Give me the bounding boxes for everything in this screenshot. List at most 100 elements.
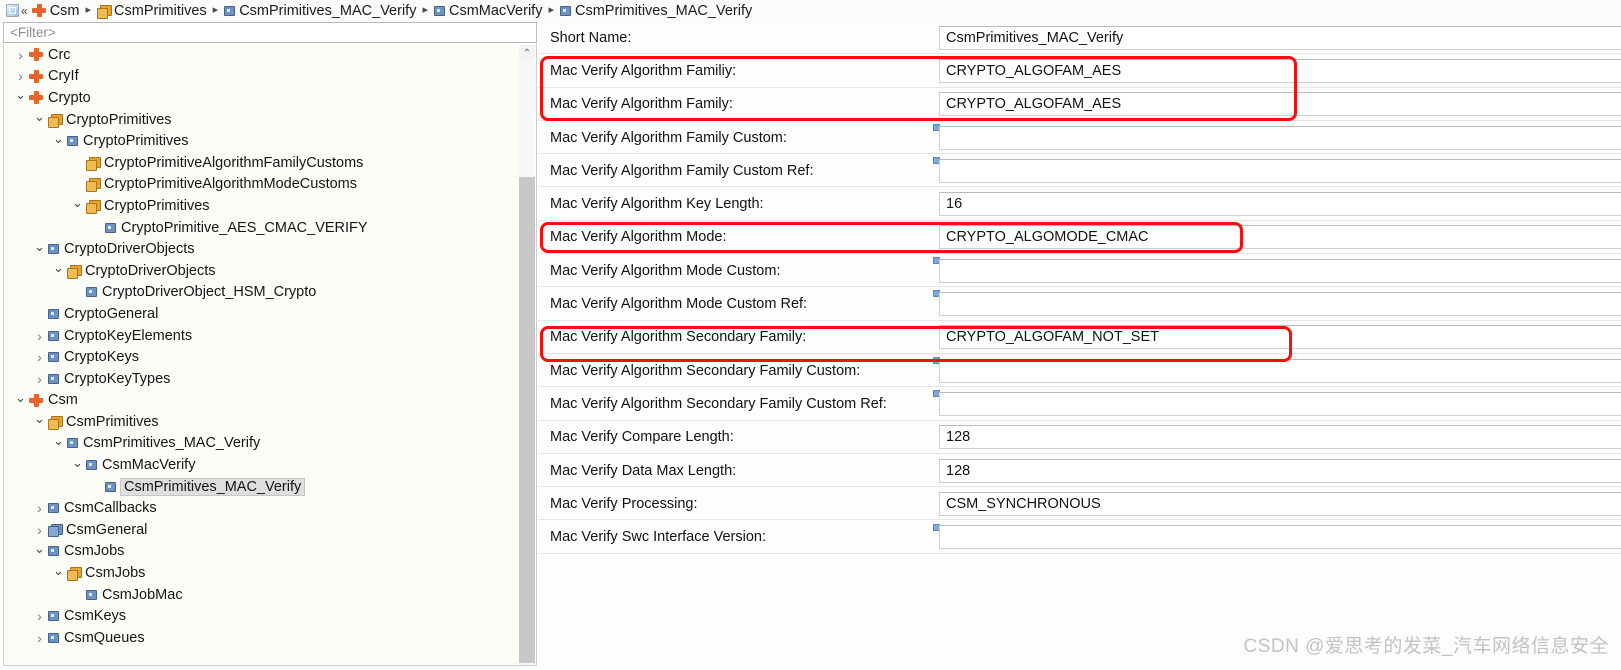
- tree-item-csmjobs[interactable]: CsmJobs: [4, 541, 536, 563]
- chevron-down-icon[interactable]: [71, 459, 84, 472]
- tree-item-csmcallbacks[interactable]: CsmCallbacks: [4, 497, 536, 519]
- chevron-right-icon[interactable]: [14, 70, 27, 83]
- breadcrumb-item-csmmacverify[interactable]: CsmMacVerify: [433, 3, 542, 19]
- form-row: Mac Verify Algorithm Secondary Family Cu…: [538, 354, 1621, 388]
- form-row: Short Name: CsmPrimitives_MAC_Verify: [538, 21, 1621, 55]
- breadcrumb-item-csmprimitives-mac-verify[interactable]: CsmPrimitives_MAC_Verify: [224, 3, 416, 19]
- form-row-value-input[interactable]: [939, 525, 1621, 550]
- form-row-value-input[interactable]: [939, 391, 1621, 416]
- form-row: Mac Verify Compare Length: 128: [538, 421, 1621, 454]
- tree-item-cryptoprimitivealgorithmfamilycustoms[interactable]: CryptoPrimitiveAlgorithmFamilyCustoms: [4, 152, 536, 174]
- chevron-right-icon[interactable]: [33, 502, 46, 515]
- form-row-value-input[interactable]: CRYPTO_ALGOFAM_AES: [939, 92, 1621, 117]
- breadcrumb[interactable]: « Csm ▸ CsmPrimitives ▸ CsmPrimitives_MA…: [0, 0, 1621, 21]
- tree-item-csmqueues[interactable]: CsmQueues: [4, 627, 536, 649]
- tree-item-csmkeys[interactable]: CsmKeys: [4, 605, 536, 627]
- filter-input[interactable]: <Filter>: [3, 22, 537, 43]
- element-double-icon: [48, 524, 63, 538]
- element-icon: [86, 287, 97, 298]
- element-icon: [224, 5, 236, 16]
- tree-item-csm[interactable]: Csm: [4, 390, 536, 412]
- chevron-down-icon[interactable]: [52, 264, 65, 277]
- form-row-label: Mac Verify Compare Length:: [550, 429, 734, 446]
- tree-item-cryptoprimitivealgorithmmodecustoms[interactable]: CryptoPrimitiveAlgorithmModeCustoms: [4, 174, 536, 196]
- chevron-right-icon[interactable]: [33, 329, 46, 342]
- tree-item-csmmacverify[interactable]: CsmMacVerify: [4, 454, 536, 476]
- tree-item-csmjobmac[interactable]: CsmJobMac: [4, 584, 536, 606]
- tree-item-label: CryptoGeneral: [64, 305, 159, 322]
- form-row-value-input[interactable]: CRYPTO_ALGOFAM_NOT_SET: [939, 325, 1621, 350]
- element-icon: [559, 5, 571, 16]
- form-row-value-input[interactable]: [939, 158, 1621, 183]
- tree-item-label: CsmJobs: [85, 565, 146, 582]
- tree-vertical-scrollbar[interactable]: ⌃: [519, 45, 535, 665]
- breadcrumb-item-csm[interactable]: Csm: [31, 3, 80, 19]
- form-row-label: Mac Verify Algorithm Mode:: [550, 229, 727, 246]
- container-icon: [97, 4, 113, 19]
- breadcrumb-item-csmprimitives[interactable]: CsmPrimitives: [97, 3, 207, 19]
- chevron-right-icon[interactable]: [33, 631, 46, 644]
- form-row-value-input[interactable]: 128: [939, 458, 1621, 483]
- tree-item-cryptogeneral[interactable]: CryptoGeneral: [4, 303, 536, 325]
- tree-item-csmprimitives-mac-verify[interactable]: CsmPrimitives_MAC_Verify: [4, 433, 536, 455]
- tree-item-csmprimitives-mac-verify[interactable]: CsmPrimitives_MAC_Verify: [4, 476, 536, 498]
- form-row: Mac Verify Data Max Length: 128: [538, 454, 1621, 488]
- tree-item-crc[interactable]: Crc: [4, 44, 536, 66]
- chevron-down-icon[interactable]: [33, 243, 46, 256]
- form-row-value-input[interactable]: CSM_SYNCHRONOUS: [939, 491, 1621, 516]
- tree-item-csmprimitives[interactable]: CsmPrimitives: [4, 411, 536, 433]
- tree-item-cryptoprimitive-aes-cmac-verify[interactable]: CryptoPrimitive_AES_CMAC_VERIFY: [4, 217, 536, 239]
- chevron-right-icon[interactable]: [33, 351, 46, 364]
- form-row: Mac Verify Processing: CSM_SYNCHRONOUS: [538, 487, 1621, 521]
- model-tree[interactable]: Crc CryIf Crypto CryptoPrimitives CryptoPrim…: [3, 44, 537, 666]
- tree-item-csmgeneral[interactable]: CsmGeneral: [4, 519, 536, 541]
- tree-item-cryptokeytypes[interactable]: CryptoKeyTypes: [4, 368, 536, 390]
- form-row-value-input[interactable]: [939, 292, 1621, 317]
- breadcrumb-label: CsmPrimitives_MAC_Verify: [574, 2, 753, 19]
- breadcrumb-item-current[interactable]: CsmPrimitives_MAC_Verify: [559, 2, 753, 19]
- chevron-right-icon[interactable]: [14, 48, 27, 61]
- form-row-value-input[interactable]: [939, 125, 1621, 150]
- scroll-up-arrow-icon[interactable]: ⌃: [519, 45, 535, 61]
- tree-item-cryptodriverobjects[interactable]: CryptoDriverObjects: [4, 260, 536, 282]
- breadcrumb-separator-icon: ▸: [422, 4, 428, 16]
- tree-item-cryptoprimitives[interactable]: CryptoPrimitives: [4, 109, 536, 131]
- module-icon: [31, 4, 46, 17]
- form-row-value-input[interactable]: CRYPTO_ALGOFAM_AES: [939, 58, 1621, 83]
- form-row-value-input[interactable]: CsmPrimitives_MAC_Verify: [939, 25, 1621, 50]
- tree-item-csmjobs[interactable]: CsmJobs: [4, 562, 536, 584]
- tree-row-list: Crc CryIf Crypto CryptoPrimitives CryptoPrim…: [4, 44, 536, 649]
- form-row-value-input[interactable]: CRYPTO_ALGOMODE_CMAC: [939, 225, 1621, 250]
- chevron-right-icon[interactable]: [33, 523, 46, 536]
- chevron-down-icon[interactable]: [33, 545, 46, 558]
- form-row-value-input[interactable]: 128: [939, 425, 1621, 450]
- module-icon: [29, 69, 43, 83]
- tree-item-cryptodriverobjects[interactable]: CryptoDriverObjects: [4, 238, 536, 260]
- tree-item-crypto[interactable]: Crypto: [4, 87, 536, 109]
- form-row: Mac Verify Algorithm Mode Custom Ref:: [538, 287, 1621, 321]
- chevron-right-icon[interactable]: [33, 372, 46, 385]
- scrollbar-thumb[interactable]: [519, 177, 535, 663]
- chevron-down-icon[interactable]: [52, 135, 65, 148]
- tree-item-cryptoprimitives[interactable]: CryptoPrimitives: [4, 130, 536, 152]
- tree-item-cryptoprimitives[interactable]: CryptoPrimitives: [4, 195, 536, 217]
- chevron-down-icon[interactable]: [33, 415, 46, 428]
- tree-item-label: CryIf: [48, 68, 79, 85]
- chevron-down-icon[interactable]: [14, 394, 27, 407]
- chevron-down-icon[interactable]: [33, 113, 46, 126]
- form-row-value-input[interactable]: [939, 258, 1621, 283]
- tree-item-cryptokeys[interactable]: CryptoKeys: [4, 346, 536, 368]
- chevron-down-icon[interactable]: [52, 437, 65, 450]
- chevron-right-icon[interactable]: [33, 610, 46, 623]
- chevron-down-icon[interactable]: [71, 199, 84, 212]
- form-row-value-input[interactable]: 16: [939, 192, 1621, 217]
- breadcrumb-back-chevron[interactable]: «: [21, 4, 28, 18]
- tree-item-cryif[interactable]: CryIf: [4, 66, 536, 88]
- chevron-down-icon[interactable]: [14, 91, 27, 104]
- tree-item-cryptodriverobject-hsm-crypto[interactable]: CryptoDriverObject_HSM_Crypto: [4, 282, 536, 304]
- form-row: Mac Verify Algorithm Family: CRYPTO_ALGOF…: [538, 88, 1621, 121]
- form-row-value-input[interactable]: [939, 358, 1621, 383]
- filter-placeholder: <Filter>: [10, 25, 56, 40]
- chevron-down-icon[interactable]: [52, 567, 65, 580]
- tree-item-cryptokeyelements[interactable]: CryptoKeyElements: [4, 325, 536, 347]
